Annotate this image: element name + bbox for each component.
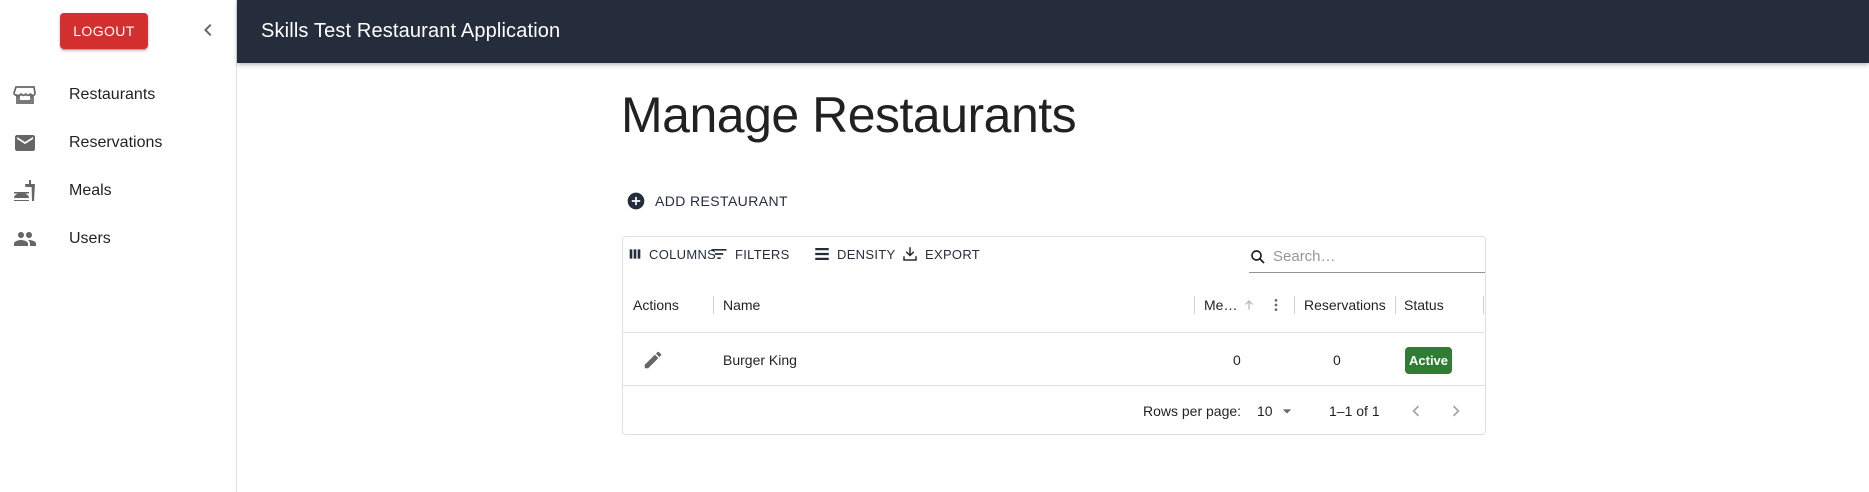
pencil-icon [644,351,662,369]
chevron-left-icon [204,24,212,36]
column-header-meals[interactable]: Me… [1204,277,1237,333]
rows-per-page-label: Rows per page: [1143,403,1242,419]
columns-label: COLUMNS [649,246,717,262]
collapse-sidebar-button[interactable] [196,18,220,42]
column-header-status[interactable]: Status [1404,277,1444,333]
previous-page-button[interactable] [1404,399,1428,423]
column-header-name[interactable]: Name [723,277,760,333]
restaurants-data-grid: COLUMNS FILTERS DENSITY EXPORT Actions N… [622,236,1486,435]
people-icon [13,227,37,251]
sort-arrow-up-icon[interactable] [1242,277,1256,333]
add-circle-icon [627,192,645,210]
edit-button[interactable] [642,334,664,386]
arrow-drop-down-icon [1282,409,1291,414]
export-label: EXPORT [925,246,981,262]
sidebar-item-label: Meals [69,182,112,199]
download-icon [903,247,917,261]
column-separator[interactable] [1194,296,1195,314]
grid-toolbar: COLUMNS FILTERS DENSITY EXPORT [623,237,1485,277]
column-menu-icon[interactable] [1268,277,1284,333]
logout-button[interactable]: LOGOUT [60,13,148,49]
column-header-actions[interactable]: Actions [633,277,679,333]
search-field [1249,241,1485,273]
sidebar-item-restaurants[interactable]: Restaurants [0,71,236,119]
column-separator[interactable] [1395,296,1396,314]
status-badge: Active [1405,346,1453,374]
reservations-count-cell: 0 [1333,352,1341,368]
chevron-left-icon [1412,405,1420,417]
density-label: DENSITY [837,246,896,262]
status-cell: Active [1405,334,1453,386]
app-bar: Skills Test Restaurant Application [237,0,1869,63]
column-separator[interactable] [1294,296,1295,314]
rows-per-page-value: 10 [1257,403,1273,419]
sidebar-item-label: Users [69,230,111,247]
column-header-reservations[interactable]: Reservations [1304,277,1386,333]
store-icon [13,83,37,107]
columns-icon [629,249,641,259]
sidebar-item-users[interactable]: Users [0,215,236,263]
rows-per-page-select[interactable]: 10 [1257,387,1297,435]
filter-icon [711,249,727,259]
export-button[interactable]: EXPORT [901,242,980,266]
restaurant-name-cell: Burger King [723,352,797,368]
sidebar-item-label: Reservations [69,134,163,151]
chevron-right-icon [1452,405,1460,417]
sidebar-nav: Restaurants Reservations Meals Users [0,71,236,263]
filters-button[interactable]: FILTERS [709,242,790,266]
density-button[interactable]: DENSITY [813,242,895,266]
search-input[interactable] [1273,248,1473,265]
grid-footer: Rows per page: 10 1–1 of 1 [623,387,1485,435]
sidebar-item-label: Restaurants [69,86,156,103]
page-title: Manage Restaurants [621,87,1077,143]
density-icon [815,248,829,260]
search-icon [1251,249,1265,264]
table-row[interactable]: Burger King 0 0 Active [623,334,1485,386]
add-restaurant-label: ADD RESTAURANT [655,193,788,209]
meals-count-cell: 0 [1233,352,1241,368]
grid-header-row: Actions Name Me… Reservations Status [623,277,1485,333]
pagination-range: 1–1 of 1 [1329,403,1380,419]
sidebar: LOGOUT Restaurants Reservations Meals Us… [0,0,237,492]
fastfood-icon [13,179,37,203]
sidebar-item-meals[interactable]: Meals [0,167,236,215]
next-page-button[interactable] [1444,399,1468,423]
columns-button[interactable]: COLUMNS [627,242,716,266]
sidebar-item-reservations[interactable]: Reservations [0,119,236,167]
column-separator[interactable] [713,296,714,314]
add-restaurant-button[interactable]: ADD RESTAURANT [622,186,794,216]
mail-icon [13,131,37,155]
column-separator[interactable] [1483,296,1484,314]
filters-label: FILTERS [735,246,790,262]
app-title: Skills Test Restaurant Application [261,20,561,42]
